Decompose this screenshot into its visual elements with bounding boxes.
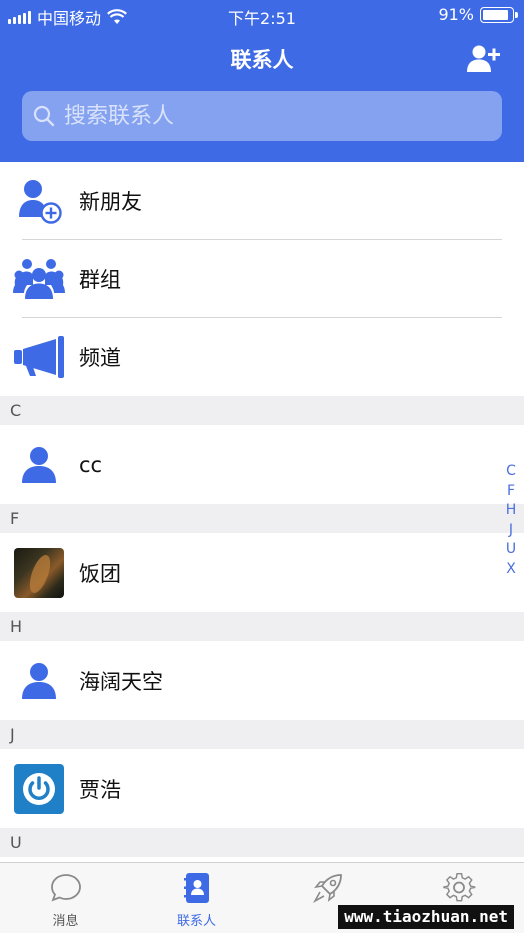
contact-item[interactable]: cc	[0, 425, 524, 504]
channels-item[interactable]: 频道	[0, 318, 524, 396]
add-contact-icon[interactable]	[466, 44, 502, 74]
index-letter[interactable]: H	[506, 501, 517, 521]
person-icon	[12, 654, 66, 708]
contact-name: cc	[79, 452, 103, 477]
contact-item[interactable]: 海阔天空	[0, 641, 524, 720]
add-user-icon	[12, 174, 66, 228]
new-friends-label: 新朋友	[79, 190, 142, 214]
index-letter[interactable]: U	[506, 540, 516, 560]
tab-label: 消息	[52, 914, 79, 929]
contact-list: 新朋友 群组 频道 C cc F 饭团 H 海阔天空 J 贾浩 U	[0, 162, 524, 857]
battery-icon	[480, 6, 518, 23]
power-icon	[14, 763, 64, 814]
page-title: 联系人	[230, 48, 294, 72]
search-input[interactable]	[64, 103, 484, 129]
battery-fill	[483, 9, 509, 20]
contacts-book-icon	[183, 873, 209, 903]
section-header-c: C	[0, 396, 524, 425]
person-icon	[12, 438, 66, 492]
tab-contacts[interactable]: 联系人	[131, 871, 262, 929]
section-header-j: J	[0, 720, 524, 749]
section-header-f: F	[0, 504, 524, 533]
search-icon	[33, 105, 55, 127]
groups-item[interactable]: 群组	[0, 240, 524, 318]
status-bar: 中国移动 下午2:51 91%	[0, 0, 524, 30]
tab-label: 联系人	[176, 914, 216, 929]
index-letter[interactable]: F	[507, 482, 515, 502]
contact-item[interactable]: 贾浩	[0, 749, 524, 828]
groups-label: 群组	[79, 268, 121, 292]
search-bar[interactable]	[22, 91, 502, 141]
index-letter[interactable]: X	[506, 560, 516, 580]
section-header-u: U	[0, 828, 524, 857]
contact-item[interactable]: 饭团	[0, 533, 524, 612]
status-right: 91%	[438, 5, 518, 24]
rocket-icon	[312, 874, 342, 904]
alphabet-index[interactable]: C F H J U X	[504, 462, 518, 580]
index-letter[interactable]: J	[509, 521, 513, 541]
gear-icon	[442, 872, 475, 902]
new-friends-item[interactable]: 新朋友	[0, 162, 524, 240]
avatar	[12, 546, 66, 600]
contact-name: 海阔天空	[79, 669, 163, 694]
group-icon	[12, 252, 66, 306]
megaphone-icon	[12, 330, 66, 384]
battery-percent: 91%	[438, 5, 474, 24]
watermark: www.tiaozhuan.net	[338, 905, 514, 929]
channels-label: 频道	[79, 346, 121, 370]
section-header-h: H	[0, 612, 524, 641]
index-letter[interactable]: C	[506, 462, 516, 482]
contact-name: 饭团	[79, 561, 121, 586]
tab-messages[interactable]: 消息	[0, 871, 131, 929]
chat-bubble-icon	[50, 874, 81, 902]
contact-name: 贾浩	[79, 777, 121, 802]
avatar-photo	[14, 547, 64, 598]
header: 中国移动 下午2:51 91% 联系人	[0, 0, 524, 162]
avatar	[12, 762, 66, 816]
